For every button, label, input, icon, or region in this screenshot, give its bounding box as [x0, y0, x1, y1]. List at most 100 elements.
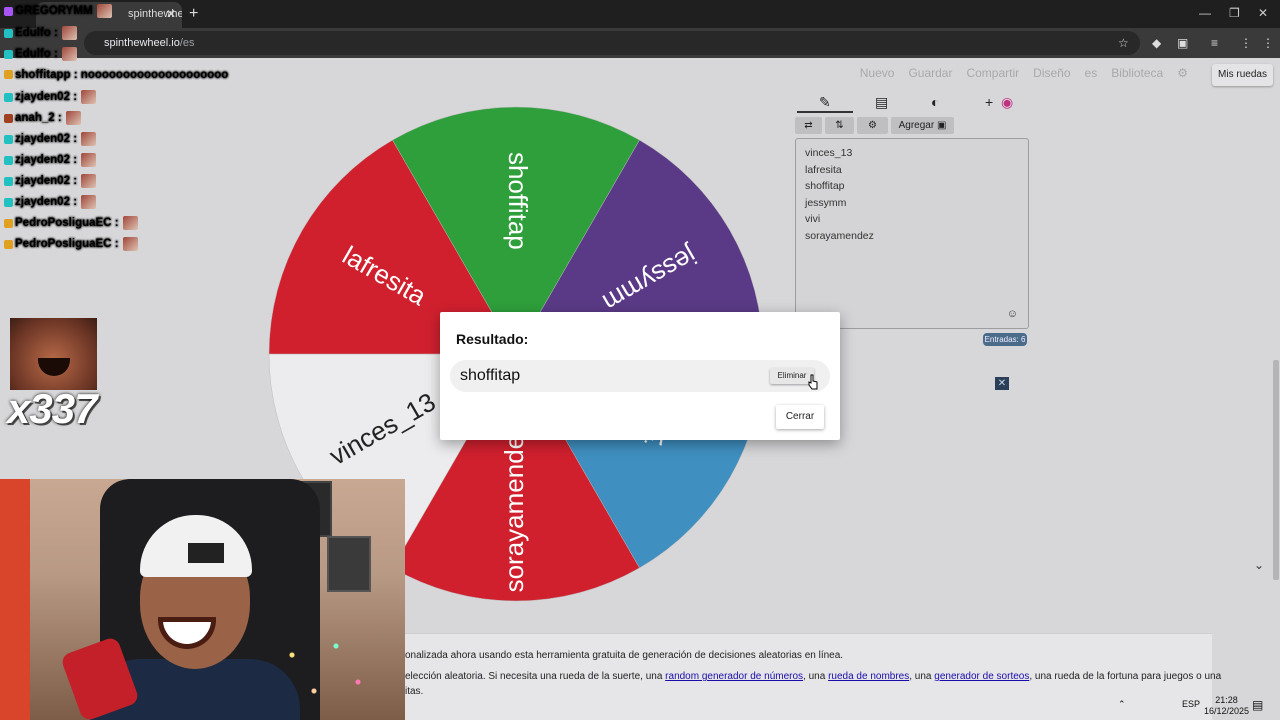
- emote-icon: [81, 174, 97, 188]
- new-tab-icon[interactable]: +: [189, 5, 198, 23]
- footer-text: elección aleatoria. Si necesita una rued…: [405, 671, 666, 682]
- nav-library[interactable]: Biblioteca: [1111, 66, 1163, 80]
- page-scrollbar[interactable]: [1273, 360, 1279, 580]
- entries-textarea[interactable]: vinces_13 lafresita shoffitap jessymm vi…: [795, 138, 1029, 329]
- badge-icon: [4, 92, 13, 102]
- add-button-label: Agregar: [898, 120, 935, 131]
- emote-icon: [61, 47, 77, 61]
- chat-message: zjayden02 :: [4, 153, 97, 167]
- dialog-title: Resultado:: [456, 331, 529, 347]
- my-wheels-button[interactable]: Mis ruedas: [1212, 64, 1273, 86]
- chat-message: anah_2 :: [4, 111, 81, 125]
- close-button[interactable]: Cerrar: [776, 405, 824, 429]
- badge-icon: [4, 218, 13, 228]
- result-dialog: Resultado: shoffitap Eliminar Cerrar: [440, 312, 840, 440]
- chat-message: PedroPosliguaEC :: [4, 237, 138, 251]
- emote-icon: [96, 4, 112, 18]
- badge-icon: [4, 113, 13, 123]
- result-row: shoffitap Eliminar: [450, 360, 830, 392]
- chat-user: GREGORYMM: [15, 5, 93, 18]
- chat-text: :: [114, 217, 119, 230]
- close-ad-icon[interactable]: ✕: [995, 377, 1009, 390]
- url-text: spinthewheel.io/es: [104, 37, 195, 49]
- chat-message: PedroPosliguaEC :: [4, 216, 138, 230]
- emote-icon: [122, 216, 138, 230]
- add-image-button[interactable]: Agregar ▣: [891, 117, 954, 134]
- media-control-icon[interactable]: ≡: [1211, 36, 1218, 50]
- entry-item: vinces_13: [805, 147, 853, 159]
- emote-icon: [61, 26, 77, 40]
- omnibox[interactable]: spinthewheel.io/es ☆: [84, 31, 1140, 55]
- link-number-generator[interactable]: random generador de números: [665, 671, 803, 682]
- chat-message: zjayden02 :: [4, 174, 97, 188]
- badge-icon: [4, 176, 13, 186]
- badge-icon: [4, 197, 13, 207]
- hide-eye-icon[interactable]: ◐: [931, 94, 939, 110]
- chat-text: :: [73, 154, 78, 167]
- laughing-meme-emote: [10, 318, 97, 390]
- entry-item: vivi: [805, 213, 821, 226]
- chat-text: :: [114, 238, 119, 251]
- extensions-puzzle-icon[interactable]: ▣: [1177, 36, 1188, 50]
- footer-text: , una: [909, 671, 935, 682]
- edit-pencil-icon[interactable]: ✎: [819, 94, 831, 111]
- nav-share[interactable]: Compartir: [966, 66, 1019, 80]
- link-raffle-generator[interactable]: generador de sorteos: [934, 671, 1029, 682]
- settings-icon[interactable]: ⚙: [857, 117, 888, 134]
- tray-language[interactable]: ESP: [1182, 699, 1200, 709]
- chat-user: zjayden02: [15, 175, 70, 188]
- active-tab-underline: [797, 111, 853, 113]
- emoji-icon[interactable]: ☺: [1007, 308, 1018, 320]
- chat-user: Edulfo: [15, 48, 51, 61]
- link-name-wheel[interactable]: rueda de nombres: [828, 671, 909, 682]
- bookmark-star-icon[interactable]: ☆: [1118, 36, 1129, 50]
- wheel-segment-label: shoffitap: [503, 152, 533, 250]
- restore-icon[interactable]: ❐: [1229, 6, 1240, 20]
- chat-text: :: [73, 91, 78, 104]
- extension-diamond-icon[interactable]: ◆: [1152, 36, 1161, 50]
- chat-message: GREGORYMM: [4, 4, 112, 18]
- color-wheel-icon[interactable]: ◉: [1001, 94, 1013, 111]
- chat-text: :: [53, 48, 58, 61]
- url-host: spinthewheel.io: [104, 37, 180, 49]
- emote-icon: [81, 90, 97, 104]
- shuffle-icon[interactable]: ⇄: [795, 117, 822, 134]
- entry-toolbar: ⇄ ⇅ ⚙ Agregar ▣: [795, 117, 954, 134]
- profile-icon[interactable]: ⋮: [1240, 36, 1252, 50]
- results-clipboard-icon[interactable]: ▤: [875, 94, 888, 111]
- chat-user: zjayden02: [15, 196, 70, 209]
- footer-text: , una rueda de la fortuna para juegos o …: [1029, 671, 1222, 682]
- footer-text: , una: [803, 671, 829, 682]
- minimize-icon[interactable]: —: [1199, 6, 1211, 20]
- footer-line-3: itas.: [405, 686, 424, 697]
- chat-message: zjayden02 :: [4, 195, 97, 209]
- badge-icon: [4, 134, 13, 144]
- add-wheel-icon[interactable]: +: [985, 94, 993, 110]
- notification-icon[interactable]: ▤: [1252, 698, 1263, 712]
- settings-gear-icon[interactable]: ⚙: [1177, 66, 1188, 80]
- nav-new[interactable]: Nuevo: [860, 66, 895, 80]
- tray-time: 21:28: [1215, 695, 1238, 705]
- chat-text: :: [73, 196, 78, 209]
- chevron-down-icon[interactable]: ⌄: [1254, 558, 1264, 572]
- tray-chevron-icon[interactable]: ⌃: [1118, 699, 1126, 710]
- entry-item: shoffitap: [805, 180, 845, 193]
- nav-design[interactable]: Diseño: [1033, 66, 1070, 80]
- nav-save[interactable]: Guardar: [908, 66, 952, 80]
- nav-language[interactable]: es: [1085, 66, 1098, 80]
- tab-close-icon[interactable]: ✕: [166, 7, 176, 21]
- webcam-wall: [0, 479, 30, 720]
- top-nav: Nuevo Guardar Compartir Diseño es Biblio…: [860, 66, 1188, 80]
- entry-item: sorayamendez: [805, 229, 874, 242]
- emote-combo-counter: x337: [7, 385, 97, 432]
- chat-text: :: [57, 112, 62, 125]
- emote-icon: [122, 237, 138, 251]
- window-close-icon[interactable]: ✕: [1258, 6, 1268, 20]
- sort-icon[interactable]: ⇅: [825, 117, 854, 134]
- footer-line-1: onalizada ahora usando esta herramienta …: [405, 650, 844, 661]
- menu-icon[interactable]: ⋮: [1262, 36, 1274, 50]
- tray-clock[interactable]: 21:28 16/12/2025: [1204, 695, 1249, 717]
- tray-date: 16/12/2025: [1204, 706, 1250, 716]
- emote-icon: [81, 153, 97, 167]
- badge-icon: [4, 6, 13, 16]
